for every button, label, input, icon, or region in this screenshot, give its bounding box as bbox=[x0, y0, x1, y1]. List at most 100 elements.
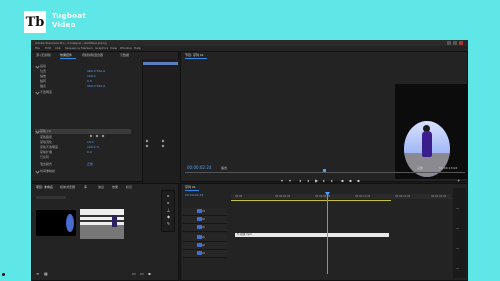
brand-name: Tugboat Video bbox=[52, 12, 86, 30]
selection-tool-icon[interactable]: ▸ bbox=[166, 193, 171, 198]
effect-row-value[interactable]: 100.0 bbox=[87, 74, 96, 78]
new-item-icon[interactable]: ▭ bbox=[140, 272, 144, 276]
track-target-toggle[interactable] bbox=[197, 235, 202, 239]
tab-libraries[interactable]: 库 bbox=[84, 185, 87, 190]
thumbnail-ground bbox=[80, 225, 124, 239]
thumbnail-mask-preview bbox=[66, 214, 74, 232]
active-tab-indicator bbox=[185, 190, 199, 191]
track-header-v2[interactable]: V2 bbox=[183, 216, 227, 224]
track-header-v1[interactable]: V1 bbox=[183, 224, 227, 232]
effect-row-label: 已反转 bbox=[40, 155, 50, 159]
effect-controls-panel: 源:(无剪辑) 效果控件 音频剪辑混合器 元数据 运动 位置 960.0 540.… bbox=[31, 51, 179, 184]
effect-row[interactable]: 不透明度 bbox=[35, 90, 130, 95]
effect-row[interactable]: 蒙版扩展 0.0 bbox=[35, 150, 130, 154]
effect-row[interactable]: 运动 bbox=[35, 64, 130, 69]
track-header-a3[interactable]: A3 bbox=[183, 250, 227, 258]
effect-row[interactable]: 旋转 0.0 bbox=[35, 79, 130, 83]
track-target-toggle[interactable] bbox=[197, 251, 202, 255]
effect-row-value[interactable]: 960.0 540.0 bbox=[87, 69, 105, 73]
tab-info[interactable]: 信息 bbox=[98, 185, 104, 190]
maximize-icon[interactable] bbox=[453, 41, 457, 45]
program-duration: 00:00:13:04 bbox=[439, 166, 458, 170]
razor-tool-icon[interactable]: ◆ bbox=[166, 214, 171, 219]
track-select-tool-icon[interactable]: ▸ bbox=[166, 200, 171, 205]
ruler-tick: 00:00:12:00 bbox=[355, 195, 371, 198]
close-icon[interactable] bbox=[459, 41, 463, 45]
icon-view-icon[interactable]: ▦ bbox=[44, 272, 48, 276]
thumbnail-stripe bbox=[80, 220, 124, 222]
effect-row-label: 锚点 bbox=[40, 84, 47, 88]
effect-row-value[interactable]: 10.0 bbox=[87, 140, 94, 144]
effect-row-label: 混合模式 bbox=[40, 162, 53, 166]
tab-source[interactable]: 源:(无剪辑) bbox=[36, 53, 51, 58]
brand-name-line1: Tugboat bbox=[52, 12, 86, 20]
program-timecode[interactable]: 00:00:02:24 bbox=[187, 166, 211, 170]
effect-row[interactable]: 时间重映射 bbox=[35, 169, 130, 174]
twirl-icon[interactable] bbox=[35, 64, 40, 69]
program-playhead[interactable] bbox=[323, 169, 326, 172]
effect-row[interactable]: 锚点 960.0 540.0 bbox=[35, 84, 130, 88]
tab-effects[interactable]: 效果 bbox=[112, 185, 118, 190]
brand-name-line2: Video bbox=[52, 21, 76, 29]
program-scrubber[interactable] bbox=[185, 172, 465, 173]
effect-row[interactable]: 蒙版 (1) bbox=[35, 129, 130, 134]
tab-media-browser[interactable]: 媒体浏览器 bbox=[60, 185, 75, 190]
twirl-icon[interactable] bbox=[35, 90, 40, 95]
effect-row-value[interactable]: 正常 bbox=[87, 162, 93, 166]
tab-project[interactable]: 项目: 未命名 bbox=[36, 185, 53, 190]
effect-row[interactable]: 混合模式 正常 bbox=[35, 162, 130, 166]
effect-row[interactable]: 蒙版不透明度 100.0 % bbox=[35, 145, 130, 149]
effect-clip-bar bbox=[143, 62, 178, 65]
timeline-playhead[interactable] bbox=[327, 194, 328, 274]
project-thumbnail-sequence[interactable] bbox=[36, 210, 76, 236]
new-bin-icon[interactable]: ▭ bbox=[132, 272, 136, 276]
effect-row-label: 蒙版 (1) bbox=[40, 129, 52, 133]
effect-row-value[interactable]: 100.0 % bbox=[87, 145, 99, 149]
timeline-timecode[interactable]: 00:00:02:24 bbox=[185, 193, 203, 197]
trash-icon[interactable]: ▪ bbox=[148, 272, 151, 276]
effect-row-value[interactable]: 0.0 bbox=[87, 150, 92, 154]
effect-mini-timeline[interactable] bbox=[142, 59, 179, 184]
list-view-icon[interactable]: ≡ bbox=[36, 272, 39, 276]
effect-row[interactable]: 蒙版羽化 10.0 bbox=[35, 140, 130, 144]
timeline-clip-v1[interactable]: fx 视频.mp4 bbox=[235, 233, 389, 237]
track-header-a2[interactable]: A2 bbox=[183, 242, 227, 250]
project-search-input[interactable] bbox=[36, 196, 66, 199]
effect-row-value[interactable]: 960.0 540.0 bbox=[87, 84, 105, 88]
track-target-toggle[interactable] bbox=[197, 243, 202, 247]
effect-row-value[interactable]: 0.0 bbox=[87, 79, 92, 83]
pen-tool-icon[interactable]: ✎ bbox=[166, 221, 171, 226]
track-header-a1[interactable]: A1 bbox=[183, 234, 227, 242]
ripple-edit-tool-icon[interactable]: ⟂ bbox=[166, 207, 171, 212]
project-thumbnail-clip[interactable] bbox=[80, 209, 124, 239]
clip-label: fx 视频.mp4 bbox=[237, 233, 252, 236]
track-target-toggle[interactable] bbox=[197, 225, 202, 229]
cursor-dot bbox=[2, 273, 5, 276]
effect-row[interactable]: 位置 960.0 540.0 bbox=[35, 69, 130, 73]
tab-markers[interactable]: 标记 bbox=[126, 185, 132, 190]
twirl-icon[interactable] bbox=[35, 169, 40, 174]
track-header-v3[interactable]: V3 bbox=[183, 208, 227, 216]
effect-row-label: 旋转 bbox=[40, 79, 47, 83]
track-target-toggle[interactable] bbox=[197, 209, 202, 213]
quality-dropdown[interactable]: 完整 bbox=[417, 166, 423, 170]
minimize-icon[interactable] bbox=[447, 41, 451, 45]
twirl-icon[interactable] bbox=[35, 129, 40, 134]
tools-panel: ▸ ▸ ⟂ ◆ ✎ bbox=[161, 190, 175, 232]
program-monitor-panel: 节目: 序列 01 00:00:02:24 适合 完整 00:00:13:04 … bbox=[180, 51, 468, 183]
work-area-bar[interactable] bbox=[231, 200, 391, 201]
timeline-ruler[interactable]: 00:00 00:00:04:00 00:00:08:00 00:00:12:0… bbox=[231, 194, 451, 199]
program-video-frame[interactable] bbox=[395, 84, 468, 179]
active-tab-indicator bbox=[60, 58, 76, 59]
effect-row[interactable]: 蒙版路径 bbox=[35, 135, 130, 139]
thumbnail-stripe bbox=[80, 215, 124, 217]
tab-audio-mixer[interactable]: 音频剪辑混合器 bbox=[82, 53, 103, 58]
effect-row-label: 蒙版不透明度 bbox=[40, 145, 59, 149]
meter-tick bbox=[456, 228, 459, 229]
effect-row[interactable]: 缩放 100.0 bbox=[35, 74, 130, 78]
tab-metadata[interactable]: 元数据 bbox=[120, 53, 129, 58]
effect-row[interactable]: 已反转 bbox=[35, 155, 130, 159]
track-target-toggle[interactable] bbox=[197, 217, 202, 221]
effect-row-label: 运动 bbox=[40, 64, 47, 68]
fit-dropdown[interactable]: 适合 bbox=[221, 166, 227, 170]
